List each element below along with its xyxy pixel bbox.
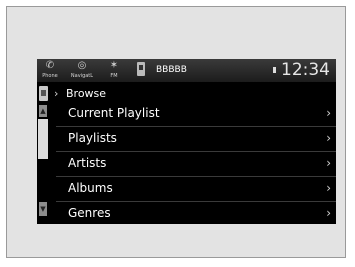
list-item-current-playlist[interactable]: Current Playlist › [56, 102, 336, 127]
arrow-down-icon: ▼ [40, 205, 46, 213]
chevron-right-icon: › [326, 156, 331, 170]
phone-label: Phone [42, 73, 58, 79]
list-item-label: Albums [68, 181, 113, 195]
list-item-label: Artists [68, 156, 107, 170]
status-bar: ✆ Phone ◎ NavigatL ✶ FM BBBBB 12:34 [37, 59, 336, 82]
browse-menu-list: Current Playlist › Playlists › Artists ›… [56, 102, 336, 224]
chevron-right-icon: › [54, 87, 59, 100]
chevron-right-icon: › [326, 106, 331, 120]
scrollbar[interactable]: ▲ ▼ [37, 104, 49, 224]
navigation-label: NavigatL [70, 73, 94, 79]
chevron-right-icon: › [326, 206, 331, 220]
list-item-artists[interactable]: Artists › [56, 152, 336, 177]
scroll-down-button[interactable]: ▼ [39, 202, 47, 216]
list-item-albums[interactable]: Albums › [56, 177, 336, 202]
navigation-shortcut[interactable]: ◎ NavigatL [69, 59, 95, 82]
scroll-thumb[interactable] [38, 119, 48, 159]
chevron-right-icon: › [326, 181, 331, 195]
status-indicator [273, 67, 276, 73]
breadcrumb[interactable]: › Browse [37, 85, 336, 103]
figure-frame: ✆ Phone ◎ NavigatL ✶ FM BBBBB 12:34 › Br… [6, 6, 346, 258]
list-item-label: Current Playlist [68, 106, 160, 120]
phone-shortcut[interactable]: ✆ Phone [41, 59, 59, 82]
audio-screen: ✆ Phone ◎ NavigatL ✶ FM BBBBB 12:34 › Br… [37, 59, 336, 224]
phone-icon: ✆ [45, 60, 55, 71]
radio-icon: ✶ [109, 60, 119, 71]
audio-source-label: BBBBB [156, 65, 187, 75]
scroll-up-button[interactable]: ▲ [39, 105, 47, 117]
clock: 12:34 [281, 60, 330, 80]
list-item-playlists[interactable]: Playlists › [56, 127, 336, 152]
arrow-up-icon: ▲ [40, 107, 46, 115]
media-device-icon [137, 62, 145, 76]
media-device-icon [39, 86, 48, 101]
breadcrumb-label: Browse [66, 87, 107, 100]
chevron-right-icon: › [326, 131, 331, 145]
list-item-genres[interactable]: Genres › [56, 202, 336, 224]
list-item-label: Playlists [68, 131, 117, 145]
navigation-icon: ◎ [77, 60, 87, 71]
fm-shortcut[interactable]: ✶ FM [106, 59, 122, 82]
fm-label: FM [110, 73, 118, 79]
list-item-label: Genres [68, 206, 111, 220]
